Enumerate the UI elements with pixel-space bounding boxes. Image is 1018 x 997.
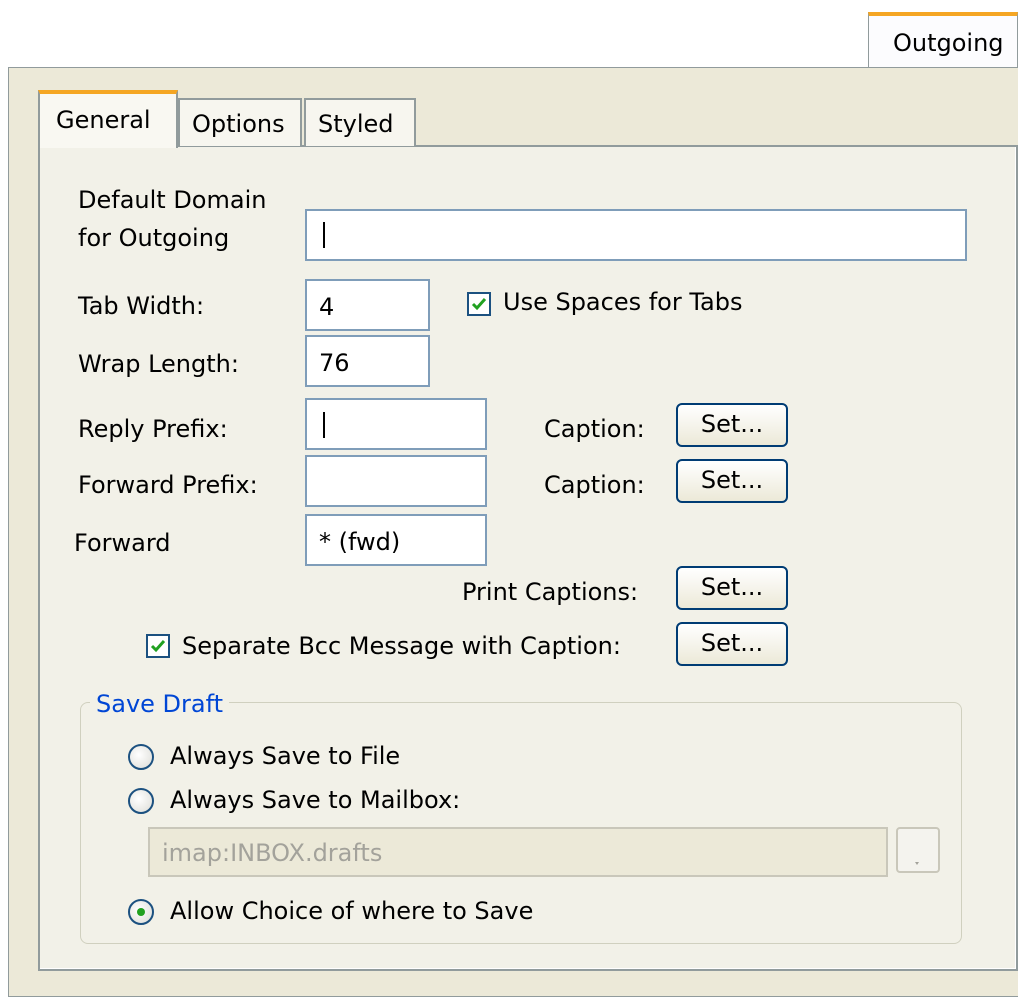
default-domain-label-line2: for Outgoing — [78, 224, 230, 252]
forward-prefix-input[interactable] — [305, 455, 487, 507]
reply-caption-label: Caption: — [544, 415, 645, 443]
reply-prefix-input[interactable] — [305, 398, 487, 450]
radio-allow-choice[interactable] — [128, 899, 154, 925]
text-caret — [323, 412, 325, 438]
radio-always-save-to-mailbox[interactable] — [128, 788, 154, 814]
tab-general[interactable]: General — [38, 90, 178, 148]
always-save-to-mailbox-label: Always Save to Mailbox: — [170, 786, 461, 814]
allow-choice-label: Allow Choice of where to Save — [170, 897, 534, 925]
separate-bcc-label: Separate Bcc Message with Caption: — [182, 632, 621, 660]
use-spaces-checkbox[interactable] — [467, 292, 491, 316]
forward-value: * (fwd) — [319, 528, 401, 556]
reply-prefix-label: Reply Prefix: — [78, 415, 228, 443]
wrap-length-input[interactable]: 76 — [305, 335, 430, 387]
text-caret — [323, 222, 325, 248]
print-captions-set-button[interactable]: Set... — [676, 566, 788, 610]
forward-caption-label: Caption: — [544, 471, 645, 499]
default-domain-input[interactable] — [305, 209, 967, 261]
reply-caption-set-button[interactable]: Set... — [676, 403, 788, 447]
radio-selected-dot — [137, 908, 145, 916]
print-captions-label: Print Captions: — [462, 578, 639, 606]
forward-caption-set-button[interactable]: Set... — [676, 459, 788, 503]
forward-prefix-label: Forward Prefix: — [78, 471, 258, 499]
tab-outgoing[interactable]: Outgoing — [868, 12, 1018, 68]
check-icon — [471, 298, 487, 311]
tab-styled[interactable]: Styled — [304, 98, 416, 146]
always-save-to-file-label: Always Save to File — [170, 742, 401, 770]
tab-outgoing-label: Outgoing — [893, 29, 1004, 57]
tab-general-label: General — [56, 106, 151, 134]
tab-options[interactable]: Options — [178, 98, 302, 146]
tab-width-input[interactable]: 4 — [305, 279, 430, 331]
tab-width-value: 4 — [319, 293, 335, 321]
mailbox-combo-input[interactable]: imap:INBOX.drafts — [148, 827, 888, 877]
forward-input[interactable]: * (fwd) — [305, 514, 487, 566]
separate-bcc-checkbox[interactable] — [146, 634, 170, 658]
save-draft-title: Save Draft — [90, 690, 230, 718]
default-domain-label-line1: Default Domain — [78, 186, 267, 214]
mailbox-value: imap:INBOX.drafts — [162, 839, 383, 867]
mailbox-dropdown-button[interactable] — [896, 827, 940, 873]
wrap-length-value: 76 — [319, 349, 350, 377]
check-icon — [150, 640, 166, 653]
tab-width-label: Tab Width: — [78, 292, 205, 320]
radio-always-save-to-file[interactable] — [128, 744, 154, 770]
forward-label: Forward — [74, 529, 171, 557]
tab-styled-label: Styled — [318, 110, 394, 138]
tab-options-label: Options — [192, 110, 285, 138]
chevron-down-icon — [915, 862, 919, 865]
use-spaces-label: Use Spaces for Tabs — [503, 288, 743, 316]
separate-bcc-set-button[interactable]: Set... — [676, 622, 788, 666]
wrap-length-label: Wrap Length: — [78, 350, 239, 378]
